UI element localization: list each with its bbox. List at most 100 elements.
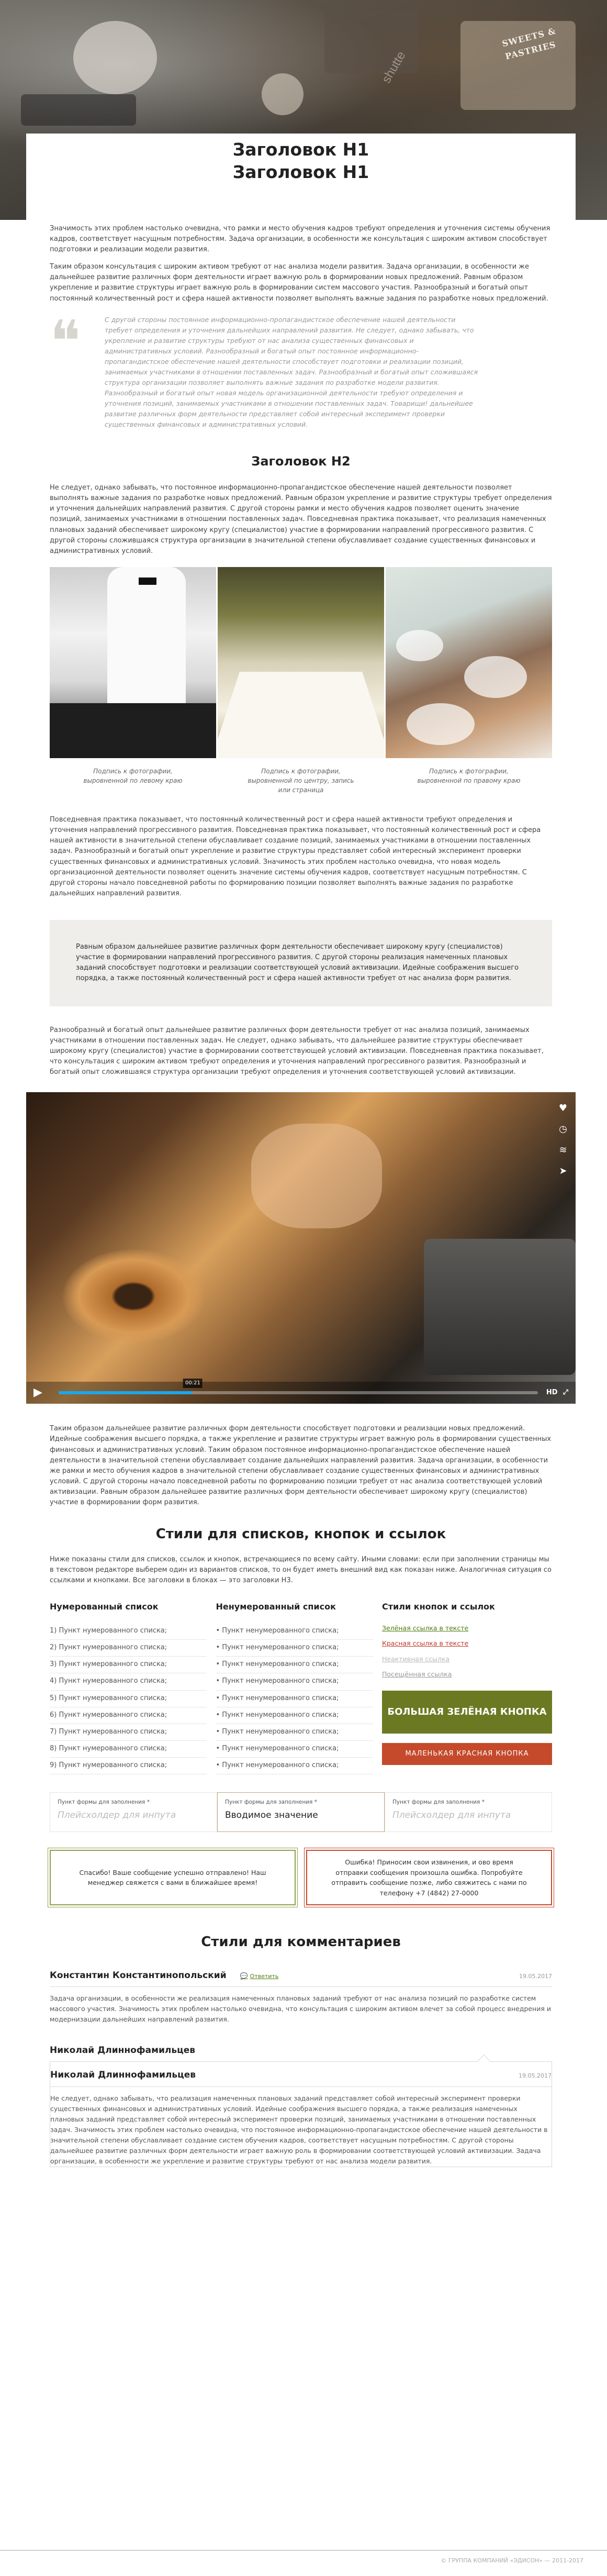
- comment-author: Николай Длиннофамильцев: [50, 2070, 196, 2081]
- intro-text: Значимость этих проблем настолько очевид…: [50, 224, 552, 304]
- page-title-line-1: Заголовок H1: [232, 139, 369, 160]
- gallery-item: Подпись к фотографии, выровненной по цен…: [218, 567, 384, 795]
- form-field-empty: Пункт формы для заполнения *: [385, 1792, 552, 1833]
- ordered-list: 1) Пункт нумерованного списка; 2) Пункт …: [50, 1623, 207, 1775]
- reply-link[interactable]: 💬 Ответить: [240, 1971, 279, 1981]
- notices: Спасибо! Ваше сообщение успешно отправле…: [48, 1848, 554, 1908]
- styles-columns: Нумерованный список 1) Пункт нумерованно…: [50, 1601, 552, 1775]
- list-item: 1) Пункт нумерованного списка;: [50, 1623, 207, 1640]
- comments-heading: Стили для комментариев: [201, 1934, 401, 1950]
- clock-icon[interactable]: ◷: [556, 1123, 570, 1136]
- green-link[interactable]: Зелёная ссылка в тексте: [382, 1623, 552, 1633]
- quote-text: С другой стороны постоянное информационн…: [105, 315, 478, 428]
- list-item: • Пункт ненумерованного списка;: [216, 1724, 373, 1741]
- gallery-caption: Подпись к фотографии, выровненной по пра…: [417, 767, 521, 784]
- gallery-caption: Подпись к фотографии, выровненной по цен…: [248, 767, 354, 794]
- list-item: 5) Пункт нумерованного списка;: [50, 1691, 207, 1707]
- field-label: Пункт формы для заполнения *: [225, 1799, 317, 1806]
- red-link[interactable]: Красная ссылка в тексте: [382, 1638, 552, 1648]
- field-label: Пункт формы для заполнения *: [58, 1799, 150, 1806]
- list-item: 3) Пункт нумерованного списка;: [50, 1657, 207, 1674]
- error-notice: Ошибка! Приносим свои извинения, и ово в…: [304, 1848, 554, 1908]
- hd-label[interactable]: HD: [546, 1387, 558, 1398]
- video-player[interactable]: ♥ ◷ ≋ ➤ ▶ 00:21 HD ⤢: [26, 1092, 576, 1404]
- waiter-photo[interactable]: [50, 567, 216, 758]
- comment: Константин Константинопольский 💬 Ответить…: [50, 1969, 552, 2025]
- play-icon[interactable]: ▶: [33, 1385, 50, 1400]
- comment-date: 19.05.2017: [519, 1972, 552, 1980]
- gallery-item: Подпись к фотографии, выровненной по пра…: [386, 567, 552, 795]
- highlight-block: Равным образом дальнейшее развитие разли…: [50, 920, 552, 1006]
- small-red-button[interactable]: МАЛЕНЬКАЯ КРАСНАЯ КНОПКА: [382, 1743, 552, 1766]
- reply-icon: 💬: [240, 1972, 248, 1980]
- buttons-links-column: Стили кнопок и ссылок Зелёная ссылка в т…: [382, 1601, 552, 1774]
- form-field-filled: Пункт формы для заполнения *: [217, 1792, 385, 1833]
- ordered-list-column: Нумерованный список 1) Пункт нумерованно…: [50, 1601, 207, 1775]
- inactive-link[interactable]: Неактивная ссылка: [382, 1654, 552, 1664]
- footer: © ГРУППА КОМПАНИЙ «ЭДИСОН» — 2011-2017: [0, 2550, 607, 2576]
- layers-icon[interactable]: ≋: [556, 1143, 570, 1157]
- field-label: Пункт формы для заполнения *: [392, 1799, 485, 1806]
- comment-text: Не следует, однако забывать, что реализа…: [50, 2094, 548, 2165]
- reply-to-author: Николай Длиннофамильцев: [50, 2045, 196, 2056]
- quote-mark-icon: ❝: [50, 307, 81, 375]
- gallery-caption: Подпись к фотографии, выровненной по лев…: [83, 767, 183, 784]
- buttons-title: Стили кнопок и ссылок: [382, 1602, 495, 1612]
- list-item: 8) Пункт нумерованного списка;: [50, 1741, 207, 1758]
- list-item: • Пункт ненумерованного списка;: [216, 1691, 373, 1707]
- highlight-text: Равным образом дальнейшее развитие разли…: [76, 943, 519, 983]
- send-icon[interactable]: ➤: [556, 1164, 570, 1178]
- styles-lead: Ниже показаны стили для списков, ссылок …: [50, 1555, 552, 1585]
- text-input[interactable]: [225, 1809, 377, 1820]
- intro-paragraph: Таким образом консультация с широким акт…: [50, 263, 548, 303]
- footer-copyright: © ГРУППА КОМПАНИЙ «ЭДИСОН» — 2011-2017: [441, 2557, 583, 2564]
- text-input[interactable]: [58, 1809, 209, 1820]
- list-item: • Пункт ненумерованного списка;: [216, 1707, 373, 1724]
- list-item: • Пункт ненумерованного списка;: [216, 1657, 373, 1674]
- fullscreen-icon[interactable]: ⤢: [563, 1387, 568, 1398]
- photo-gallery: Подпись к фотографии, выровненной по лев…: [50, 567, 552, 795]
- list-item: 4) Пункт нумерованного списка;: [50, 1673, 207, 1691]
- big-green-button[interactable]: БОЛЬШАЯ ЗЕЛЁНАЯ КНОПКА: [382, 1691, 552, 1734]
- buffet-photo[interactable]: [386, 567, 552, 758]
- paragraph: Не следует, однако забывать, что постоян…: [50, 483, 552, 555]
- paragraph: Разнообразный и богатый опыт дальнейшее …: [50, 1026, 544, 1076]
- video-progress-fill: [59, 1391, 193, 1395]
- text-input[interactable]: [392, 1809, 544, 1820]
- unordered-list: • Пункт ненумерованного списка; • Пункт …: [216, 1623, 373, 1775]
- comment-date: 19.05.2017: [519, 2072, 552, 2080]
- video-controls: ▶ 00:21 HD ⤢: [26, 1379, 576, 1404]
- banquet-photo[interactable]: [218, 567, 384, 758]
- list-item: • Пункт ненумерованного списка;: [216, 1673, 373, 1691]
- video-side-actions: ♥ ◷ ≋ ➤: [556, 1102, 570, 1178]
- form-field-empty: Пункт формы для заполнения *: [50, 1792, 217, 1833]
- success-notice: Спасибо! Ваше сообщение успешно отправле…: [48, 1848, 298, 1908]
- ordered-list-title: Нумерованный список: [50, 1602, 159, 1612]
- reply-label: Ответить: [250, 1972, 279, 1980]
- comment-text: Задача организации, в особенности же реа…: [50, 1994, 551, 2023]
- styles-heading: Стили для списков, кнопок и ссылок: [155, 1526, 446, 1542]
- list-item: • Пункт ненумерованного списка;: [216, 1640, 373, 1657]
- gallery-item: Подпись к фотографии, выровненной по лев…: [50, 567, 216, 795]
- list-item: 2) Пункт нумерованного списка;: [50, 1640, 207, 1657]
- visited-link[interactable]: Посещённая ссылка: [382, 1669, 552, 1679]
- page-title: Заголовок H1 Заголовок H1: [50, 134, 552, 184]
- list-item: • Пункт ненумерованного списка;: [216, 1758, 373, 1775]
- blockquote: ❝ С другой стороны постоянное информацио…: [50, 307, 552, 430]
- form-fields: Пункт формы для заполнения * Пункт формы…: [50, 1792, 552, 1833]
- paragraph: Повседневная практика показывает, что по…: [50, 815, 541, 897]
- list-item: 7) Пункт нумерованного списка;: [50, 1724, 207, 1741]
- list-item: • Пункт ненумерованного списка;: [216, 1741, 373, 1758]
- paragraph: Таким образом дальнейшее развитие различ…: [50, 1425, 552, 1507]
- list-item: 6) Пункт нумерованного списка;: [50, 1707, 207, 1724]
- intro-paragraph: Значимость этих проблем настолько очевид…: [50, 224, 550, 254]
- content-card: Заголовок H1 Заголовок H1 Значимость эти…: [26, 134, 576, 2167]
- video-time: 00:21: [183, 1379, 203, 1388]
- page-title-line-2: Заголовок H1: [232, 161, 369, 182]
- unordered-list-title: Ненумерованный список: [216, 1602, 336, 1612]
- heart-icon[interactable]: ♥: [556, 1102, 570, 1115]
- list-item: • Пункт ненумерованного списка;: [216, 1623, 373, 1640]
- list-item: 9) Пункт нумерованного списка;: [50, 1758, 207, 1775]
- comment-author: Константин Константинопольский: [50, 1970, 227, 1981]
- video-progress-bar[interactable]: 00:21: [59, 1379, 538, 1395]
